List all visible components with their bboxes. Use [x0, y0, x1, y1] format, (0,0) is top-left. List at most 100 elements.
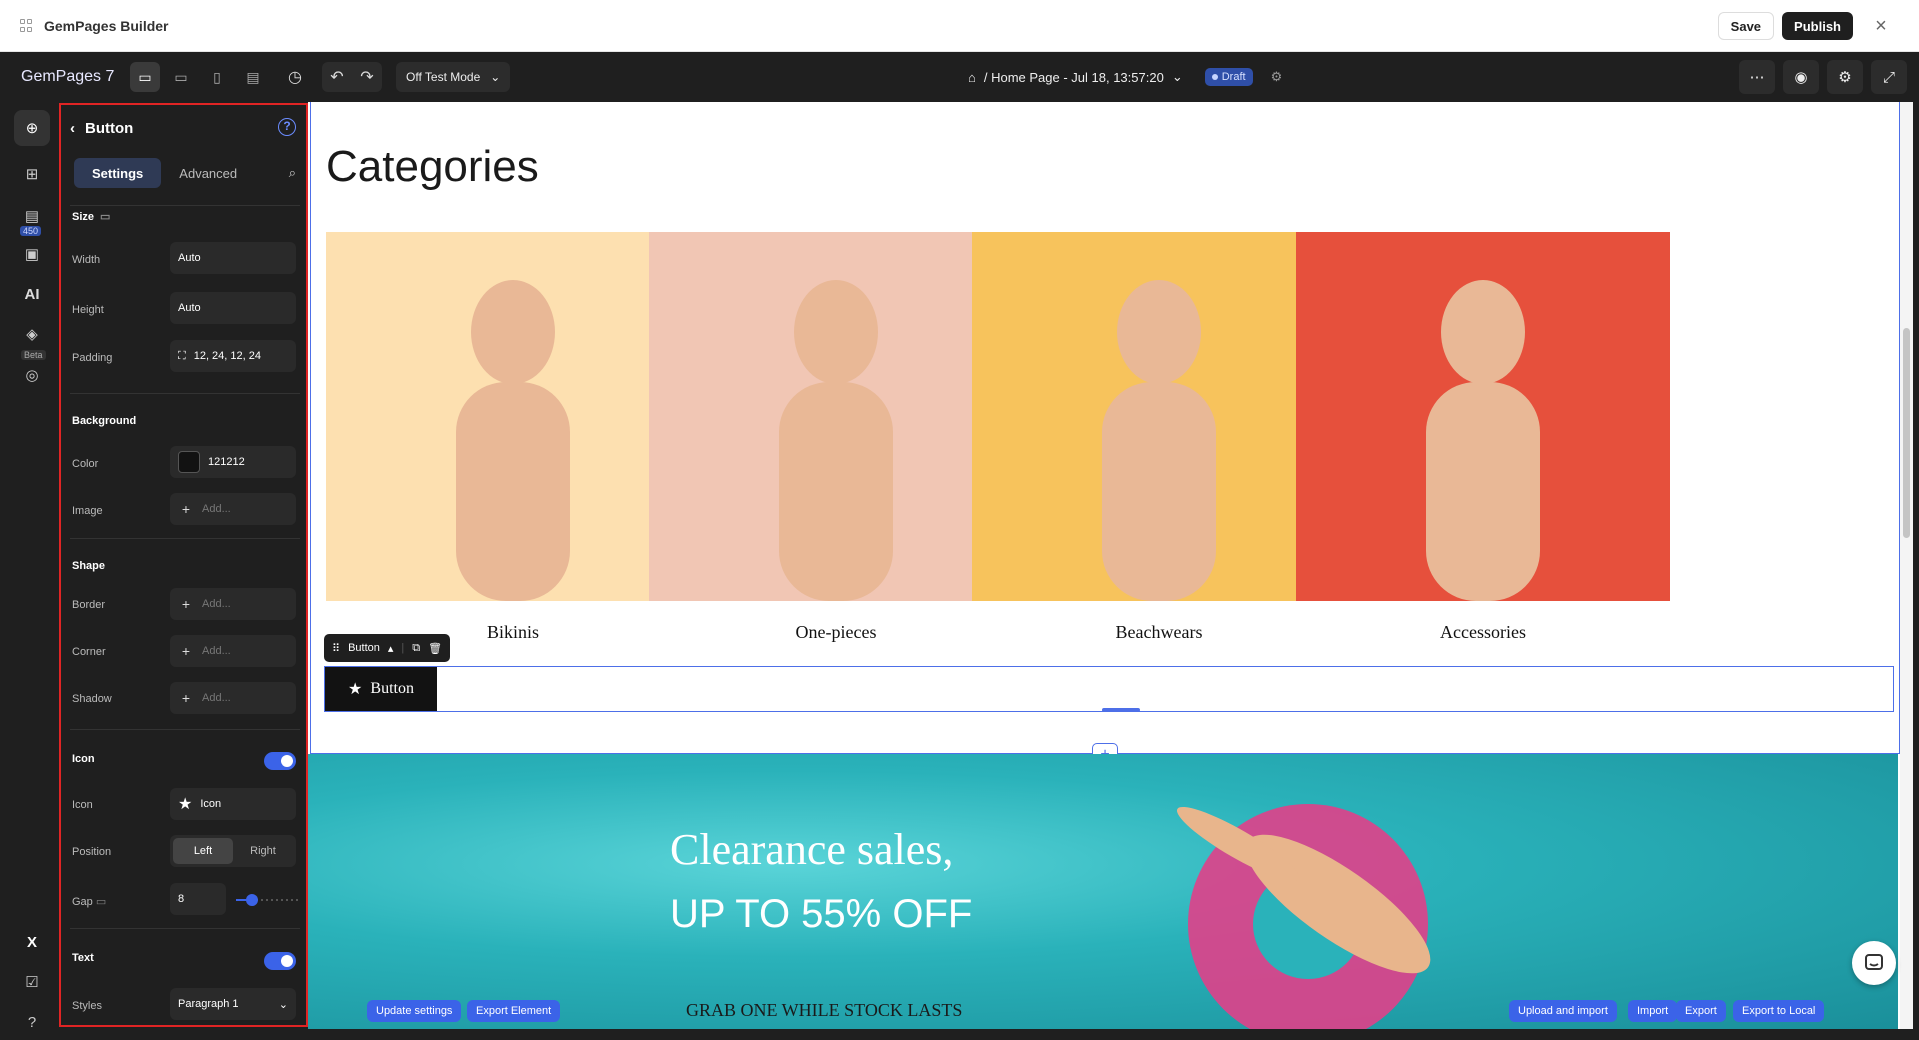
- responsive-icon[interactable]: ▤: [238, 62, 268, 92]
- redo-icon[interactable]: ↷: [352, 62, 382, 92]
- icon-picker[interactable]: ★ Icon: [170, 788, 296, 820]
- plus-icon: +: [181, 596, 191, 612]
- text-toggle[interactable]: [264, 952, 296, 970]
- chat-support-icon[interactable]: [1852, 941, 1896, 985]
- plus-icon: +: [181, 690, 191, 706]
- update-settings-button[interactable]: Update settings: [367, 1000, 462, 1022]
- device-switcher: ▭ ▭ ▯ ▤: [130, 62, 268, 92]
- width-field[interactable]: Auto: [170, 242, 296, 274]
- page-title: / Home Page - Jul 18, 13:57:20: [983, 69, 1164, 85]
- delete-icon[interactable]: 🗑: [428, 642, 442, 655]
- drag-handle-icon[interactable]: ⠿: [332, 642, 340, 655]
- upload-import-button[interactable]: Upload and import: [1509, 1000, 1617, 1022]
- corner-field[interactable]: + Add...: [170, 635, 296, 667]
- color-field[interactable]: 121212: [170, 446, 296, 478]
- icon-toggle[interactable]: [264, 752, 296, 770]
- plus-icon: +: [181, 643, 191, 659]
- history-icon[interactable]: ◷: [280, 62, 310, 92]
- pool-illustration: [1176, 804, 1431, 1029]
- duplicate-icon[interactable]: ⧉: [412, 642, 420, 655]
- gap-input[interactable]: 8: [170, 883, 226, 915]
- shadow-field[interactable]: + Add...: [170, 682, 296, 714]
- size-section-title: Size ▭: [72, 210, 111, 224]
- resize-handle[interactable]: [1102, 708, 1140, 712]
- beta-feature-icon[interactable]: ◎: [14, 357, 50, 393]
- library-icon[interactable]: ▣: [14, 236, 50, 272]
- tablet-landscape-icon[interactable]: ▭: [166, 62, 196, 92]
- close-icon[interactable]: ×: [1867, 12, 1895, 40]
- element-type-label[interactable]: Button: [348, 642, 380, 654]
- scrollbar-thumb[interactable]: [1903, 328, 1910, 538]
- position-right-option[interactable]: Right: [233, 838, 293, 864]
- gap-slider[interactable]: [236, 894, 298, 906]
- element-toolbar: ⠿ Button ▴ | ⧉ 🗑: [324, 634, 451, 662]
- undo-icon[interactable]: ↶: [322, 62, 352, 92]
- color-label: Color: [72, 458, 99, 470]
- styles-dropdown[interactable]: Paragraph 1 ⌄: [170, 988, 296, 1020]
- home-icon: ⌂: [968, 69, 976, 85]
- library-count-badge: 450: [20, 226, 42, 236]
- preview-eye-icon[interactable]: ◉: [1783, 60, 1819, 94]
- elements-grid-icon[interactable]: ⊞: [14, 156, 50, 192]
- import-button[interactable]: Import: [1628, 1000, 1678, 1022]
- tab-settings[interactable]: Settings: [74, 158, 162, 188]
- back-arrow-icon[interactable]: ‹: [70, 120, 75, 137]
- fullscreen-icon[interactable]: ⤢: [1871, 60, 1907, 94]
- desktop-icon[interactable]: ▭: [130, 62, 160, 92]
- checklist-icon[interactable]: ☑: [14, 964, 50, 1000]
- padding-link-icon: ⛶: [178, 349, 186, 362]
- hero-tagline: GRAB ONE WHILE STOCK LASTS: [686, 1000, 963, 1020]
- category-image[interactable]: [649, 232, 1023, 601]
- search-icon[interactable]: ⌕: [289, 165, 296, 181]
- save-button[interactable]: Save: [1717, 12, 1775, 40]
- export-element-button[interactable]: Export Element: [467, 1000, 561, 1022]
- publish-settings-icon[interactable]: ⚙: [1271, 69, 1283, 85]
- chevron-down-icon: ⌄: [1171, 69, 1183, 84]
- publish-button[interactable]: Publish: [1782, 12, 1853, 40]
- panel-header: ‹ Button ?: [70, 116, 296, 140]
- demo-button[interactable]: ★ Button: [325, 667, 437, 711]
- category-image[interactable]: [326, 232, 700, 601]
- category-image[interactable]: [972, 232, 1346, 601]
- settings-gear-icon[interactable]: ⚙: [1827, 60, 1863, 94]
- test-mode-dropdown[interactable]: Off Test Mode ⌄: [396, 62, 511, 92]
- category-label[interactable]: Accessories: [1296, 622, 1670, 643]
- add-element-icon[interactable]: ⊕: [14, 110, 50, 146]
- ai-icon[interactable]: AI: [14, 276, 50, 312]
- app-grid-icon: [20, 18, 34, 33]
- chevron-down-icon: ⌄: [490, 70, 501, 84]
- gap-label: Gap ▭: [72, 896, 107, 908]
- demo-button-label: Button: [370, 680, 414, 697]
- help-icon[interactable]: ?: [278, 118, 296, 136]
- corner-label: Corner: [72, 646, 106, 658]
- height-field[interactable]: Auto: [170, 292, 296, 324]
- panel-tabs: Settings Advanced ⌕: [74, 158, 296, 188]
- color-swatch[interactable]: [178, 451, 200, 473]
- x-app-icon[interactable]: X: [14, 924, 50, 960]
- export-button[interactable]: Export: [1676, 1000, 1726, 1022]
- position-segmented: Left Right: [170, 835, 296, 867]
- styles-label: Styles: [72, 1000, 102, 1012]
- page-selector[interactable]: ⌂ / Home Page - Jul 18, 13:57:20 ⌄ Draft…: [968, 62, 1282, 92]
- position-left-option[interactable]: Left: [173, 838, 233, 864]
- tab-advanced[interactable]: Advanced: [161, 158, 255, 188]
- more-options-icon[interactable]: ⋯: [1739, 60, 1775, 94]
- help-icon[interactable]: ?: [14, 1004, 50, 1040]
- undo-redo-group: ↶ ↷: [322, 62, 382, 92]
- canvas-scrollbar[interactable]: [1900, 102, 1913, 1029]
- layers-icon[interactable]: ◈: [14, 316, 50, 352]
- image-field[interactable]: + Add...: [170, 493, 296, 525]
- categories-heading: Categories: [326, 142, 539, 191]
- export-local-button[interactable]: Export to Local: [1733, 1000, 1825, 1022]
- padding-field[interactable]: ⛶ 12, 24, 12, 24: [170, 340, 296, 372]
- mobile-icon[interactable]: ▯: [202, 62, 232, 92]
- hero-subtitle: UP TO 55% OFF: [670, 892, 973, 936]
- slider-knob[interactable]: [245, 894, 258, 906]
- caret-up-icon[interactable]: ▴: [388, 642, 394, 655]
- panel-title: Button: [85, 119, 134, 137]
- category-label[interactable]: One-pieces: [649, 622, 1023, 643]
- category-label[interactable]: Beachwears: [972, 622, 1346, 643]
- category-image[interactable]: [1296, 232, 1670, 601]
- border-field[interactable]: + Add...: [170, 588, 296, 620]
- width-label: Width: [72, 254, 101, 266]
